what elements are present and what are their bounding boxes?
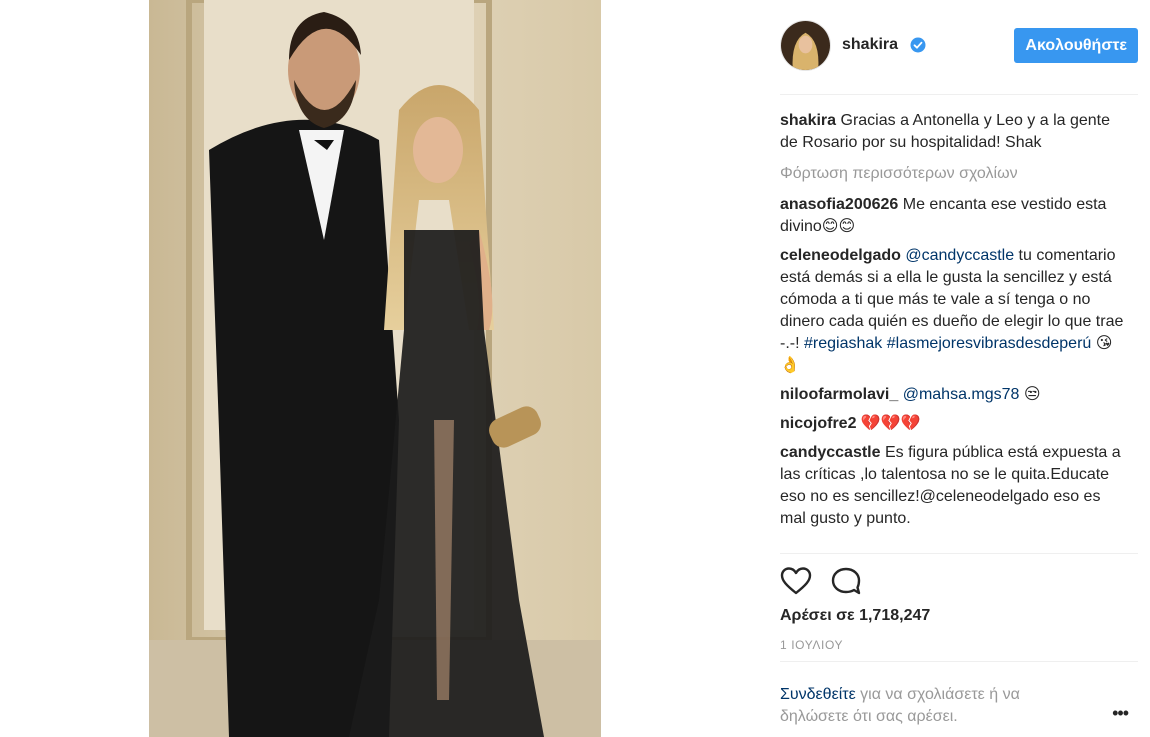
comment-item: candyccastle Es figura pública está expu… (780, 442, 1130, 530)
more-options-icon[interactable]: ••• (1112, 704, 1129, 722)
follow-button[interactable]: Ακολουθήστε (1014, 28, 1138, 63)
likes-count[interactable]: Αρέσει σε 1,718,247 (780, 607, 930, 625)
like-button[interactable] (780, 566, 812, 596)
comment-username[interactable]: anasofia200626 (780, 196, 898, 213)
avatar-image (781, 21, 830, 70)
comment-emoji: 💔💔💔 (856, 415, 921, 432)
post-side-panel: shakira Ακολουθήστε shakira Gracias a An… (780, 0, 1138, 737)
footer-divider (780, 661, 1138, 662)
comment-item: anasofia200626 Me encanta ese vestido es… (780, 194, 1130, 238)
avatar[interactable] (780, 20, 831, 71)
load-more-comments-link[interactable]: Φόρτωση περισσότερων σχολίων (780, 163, 1130, 185)
hashtag-link[interactable]: #lasmejoresvibrasdesdeperú (887, 335, 1092, 352)
login-link[interactable]: Συνδεθείτε (780, 686, 856, 703)
hashtag-link[interactable]: #regiashak (804, 335, 882, 352)
username-link[interactable]: shakira (842, 36, 898, 54)
verified-badge-icon (910, 37, 926, 53)
post-header: shakira Ακολουθήστε (780, 20, 1138, 72)
comment-username[interactable]: celeneodelgado (780, 247, 901, 264)
comments-list: shakira Gracias a Antonella y Leo y a la… (780, 110, 1130, 537)
comment-username[interactable]: niloofarmolavi_ (780, 386, 898, 403)
comment-item: celeneodelgado @candyccastle tu comentar… (780, 245, 1130, 377)
couple-photo-illustration (149, 0, 601, 737)
comment-username[interactable]: candyccastle (780, 444, 881, 461)
caption-username[interactable]: shakira (780, 112, 836, 129)
comment-bubble-icon (831, 567, 861, 595)
mention-link[interactable]: @candyccastle (905, 247, 1014, 264)
mention-link[interactable]: @mahsa.mgs78 (903, 386, 1020, 403)
comment-username[interactable]: nicojofre2 (780, 415, 856, 432)
post-photo[interactable] (149, 0, 601, 737)
instagram-post-view: shakira Ακολουθήστε shakira Gracias a An… (0, 0, 1150, 737)
caption: shakira Gracias a Antonella y Leo y a la… (780, 110, 1130, 154)
comment-item: niloofarmolavi_ @mahsa.mgs78 😒 (780, 384, 1130, 406)
header-divider (780, 94, 1138, 95)
heart-icon (780, 567, 812, 595)
comments-divider (780, 553, 1138, 554)
post-date[interactable]: 1 ΙΟΥΛΙΟΥ (780, 638, 843, 652)
comment-item: nicojofre2 💔💔💔 (780, 413, 1130, 435)
post-actions (780, 566, 1138, 596)
login-prompt: Συνδεθείτε για να σχολιάσετε ή να δηλώσε… (780, 684, 1080, 728)
comment-emoji: 😒 (1019, 386, 1041, 403)
comment-button[interactable] (830, 566, 862, 596)
